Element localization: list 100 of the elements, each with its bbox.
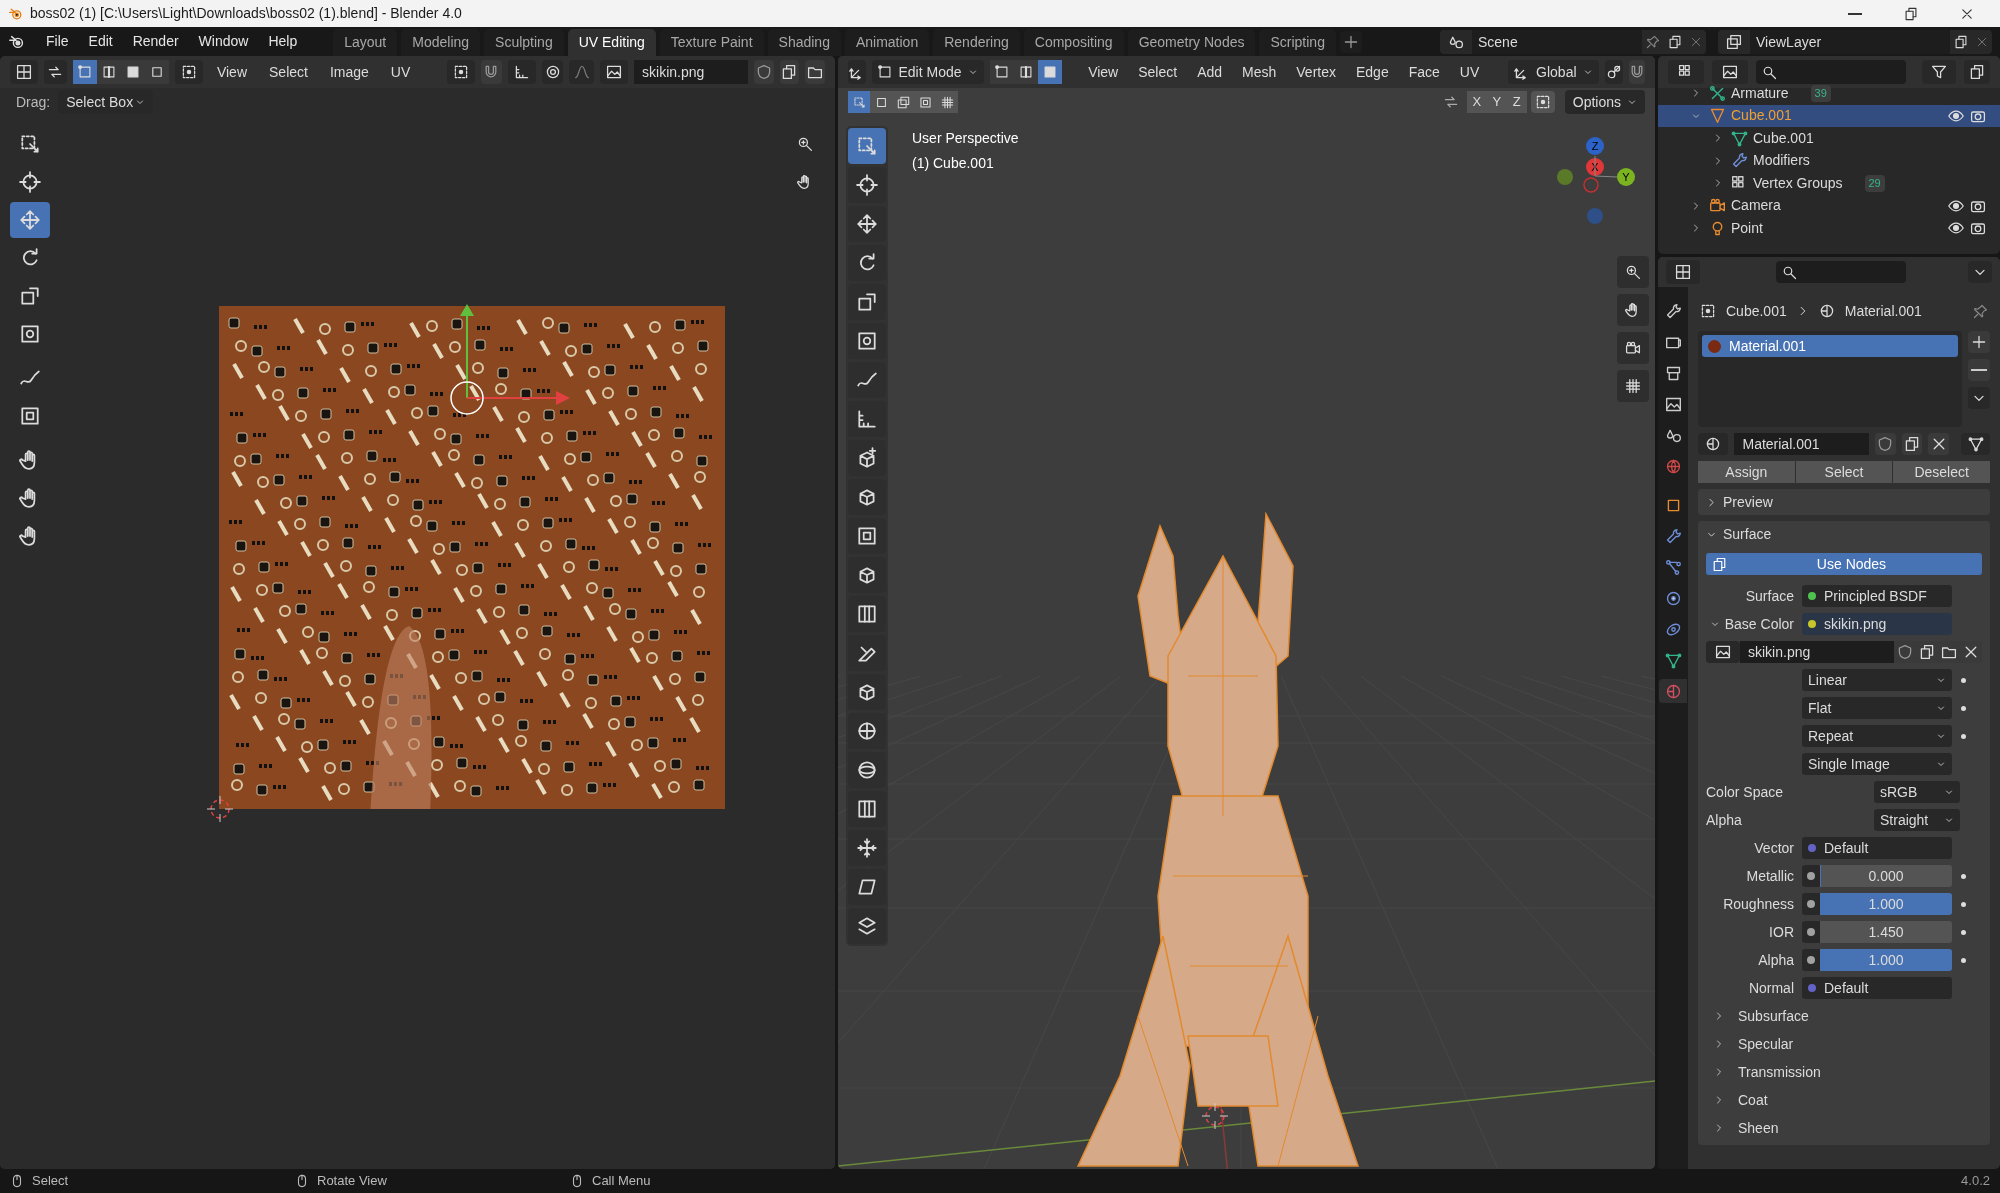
count-badge: 29 [1864,175,1885,192]
breadcrumb-item: Cube.001 [1726,301,1787,321]
value-slider[interactable]: 0.000 [1820,865,1952,887]
menu-item[interactable]: Select [1131,61,1185,83]
menu-item[interactable]: Image [321,61,377,83]
workspace-tab[interactable]: Geometry Nodes [1127,29,1256,56]
version-label: 4.0.2 [1961,1172,1990,1191]
property-label: Alpha [1758,951,1794,968]
property-label: Vector [1754,839,1794,856]
dropdown[interactable]: Single Image [1802,753,1952,775]
property-label: Base Color [1724,615,1794,632]
outliner-item-label: Armature [1731,83,1789,103]
mirror-axis-toggle[interactable]: Z [1506,91,1527,113]
dropdown[interactable]: Linear [1802,669,1952,691]
socket-link-field[interactable]: Principled BSDF [1802,585,1952,607]
menu-item[interactable]: Add [1190,61,1230,83]
number-field[interactable]: 1.450 [1820,921,1952,943]
property-label: Metallic [1746,867,1794,884]
subpanel-header[interactable]: Subsurface [1706,1005,1982,1027]
dropdown[interactable]: Repeat [1802,725,1952,747]
subpanel-header[interactable]: Transmission [1706,1061,1982,1083]
material-action-button[interactable]: Select [1795,461,1893,483]
material-name-field[interactable]: Material.001 [1734,433,1869,455]
property-label: Roughness [1723,895,1794,912]
outliner-item-label: Point [1731,218,1763,238]
workspace-tab[interactable]: Layout [333,29,398,56]
subpanel-header[interactable]: Sheen [1706,1117,1982,1139]
outliner-item-label: Camera [1731,196,1781,216]
dropdown[interactable]: Flat [1802,697,1952,719]
outliner-row[interactable]: Cube.001 [1658,104,2000,127]
subpanel-header[interactable]: Coat [1706,1089,1982,1111]
use-nodes-button[interactable]: Use Nodes [1706,553,1982,575]
menu-item[interactable]: View [208,61,255,83]
menu-item[interactable]: Render [124,31,187,52]
menu-item[interactable]: View [1081,61,1126,83]
socket-link-field[interactable]: Default [1802,837,1952,859]
menu-item[interactable]: Face [1401,61,1447,83]
menu-item[interactable]: Select [261,61,316,83]
outliner-item-label: Cube.001 [1731,106,1792,126]
panel-header[interactable]: Preview [1698,489,1990,515]
outliner-item-label: Cube.001 [1753,128,1814,148]
menu-item[interactable]: UV [1452,61,1487,83]
status-hint: Select [32,1172,69,1191]
image-name-field[interactable]: skikin.png [634,60,748,84]
menu-item[interactable]: Mesh [1235,61,1284,83]
menu-item[interactable]: Edit [80,31,121,52]
workspace-tab[interactable]: Scripting [1259,29,1336,56]
viewport-info-text: (1) Cube.001 [912,154,995,173]
menu-item[interactable]: File [38,31,77,52]
workspace-tab[interactable]: Texture Paint [659,29,764,56]
count-badge: 39 [1810,85,1831,102]
dropdown[interactable]: sRGB [1874,781,1960,803]
socket-link-field[interactable]: Default [1802,977,1952,999]
workspace-tab[interactable]: Sculpting [484,29,564,56]
workspace-tab[interactable]: Rendering [933,29,1020,56]
options-dropdown[interactable]: Options [1564,90,1645,114]
orientation-dropdown[interactable]: Global [1508,60,1599,84]
view-layer-selector[interactable]: ViewLayer [1718,29,1992,54]
outliner-row[interactable]: Vertex Groups 29 [1658,172,2000,195]
status-hint: Call Menu [592,1172,651,1191]
workspace-tab[interactable]: Compositing [1023,29,1124,56]
mirror-axis-toggle[interactable]: X [1466,91,1487,113]
menu-item[interactable]: Window [190,31,257,52]
navigation-gizmo-drawing: Z X Y [1555,136,1635,228]
menu-item[interactable]: Vertex [1289,61,1343,83]
workspace-tab[interactable]: UV Editing [567,29,656,56]
property-label: Color Space [1706,783,1784,800]
material-action-button[interactable]: Assign [1698,461,1795,483]
workspace-tab[interactable]: Modeling [401,29,481,56]
workspace-tab[interactable]: Shading [767,29,841,56]
outliner-row[interactable]: Modifiers [1658,149,2000,172]
property-label: IOR [1769,923,1794,940]
subpanel-header[interactable]: Specular [1706,1033,1982,1055]
scene-selector[interactable]: Scene [1440,29,1706,54]
property-label: Alpha [1706,811,1742,828]
socket-link-field[interactable]: skikin.png [1802,613,1952,635]
mirror-axis-toggle[interactable]: Y [1486,91,1507,113]
property-label: Normal [1748,979,1794,996]
property-label: Surface [1745,587,1794,604]
workspace-tab[interactable]: Animation [844,29,930,56]
status-hint: Rotate View [317,1172,387,1191]
breadcrumb-item: Material.001 [1844,301,1922,321]
outliner-row[interactable]: Armature 39 [1658,82,2000,105]
outliner-row[interactable]: Point [1658,217,2000,240]
outliner-item-label: Vertex Groups [1753,173,1843,193]
drag-label: Drag: [16,92,51,112]
dropdown[interactable]: Straight [1874,809,1960,831]
window-title: boss02 (1) [C:\Users\Light\Downloads\boss02 (1).blend] - Blender 4.0 [30,4,462,23]
menu-item[interactable]: Edge [1349,61,1396,83]
material-action-button[interactable]: Deselect [1893,461,1990,483]
image-name-field[interactable]: skikin.png [1740,641,1894,663]
outliner-row[interactable]: Camera [1658,194,2000,217]
material-slot[interactable]: Material.001 [1702,335,1958,357]
drag-dropdown[interactable]: Select Box [58,90,154,114]
value-slider[interactable]: 1.000 [1820,949,1952,971]
mode-dropdown[interactable]: Edit Mode [872,60,984,84]
menu-item[interactable]: UV [382,61,419,83]
outliner-row[interactable]: Cube.001 [1658,127,2000,150]
value-slider[interactable]: 1.000 [1820,893,1952,915]
menu-item[interactable]: Help [260,31,306,52]
